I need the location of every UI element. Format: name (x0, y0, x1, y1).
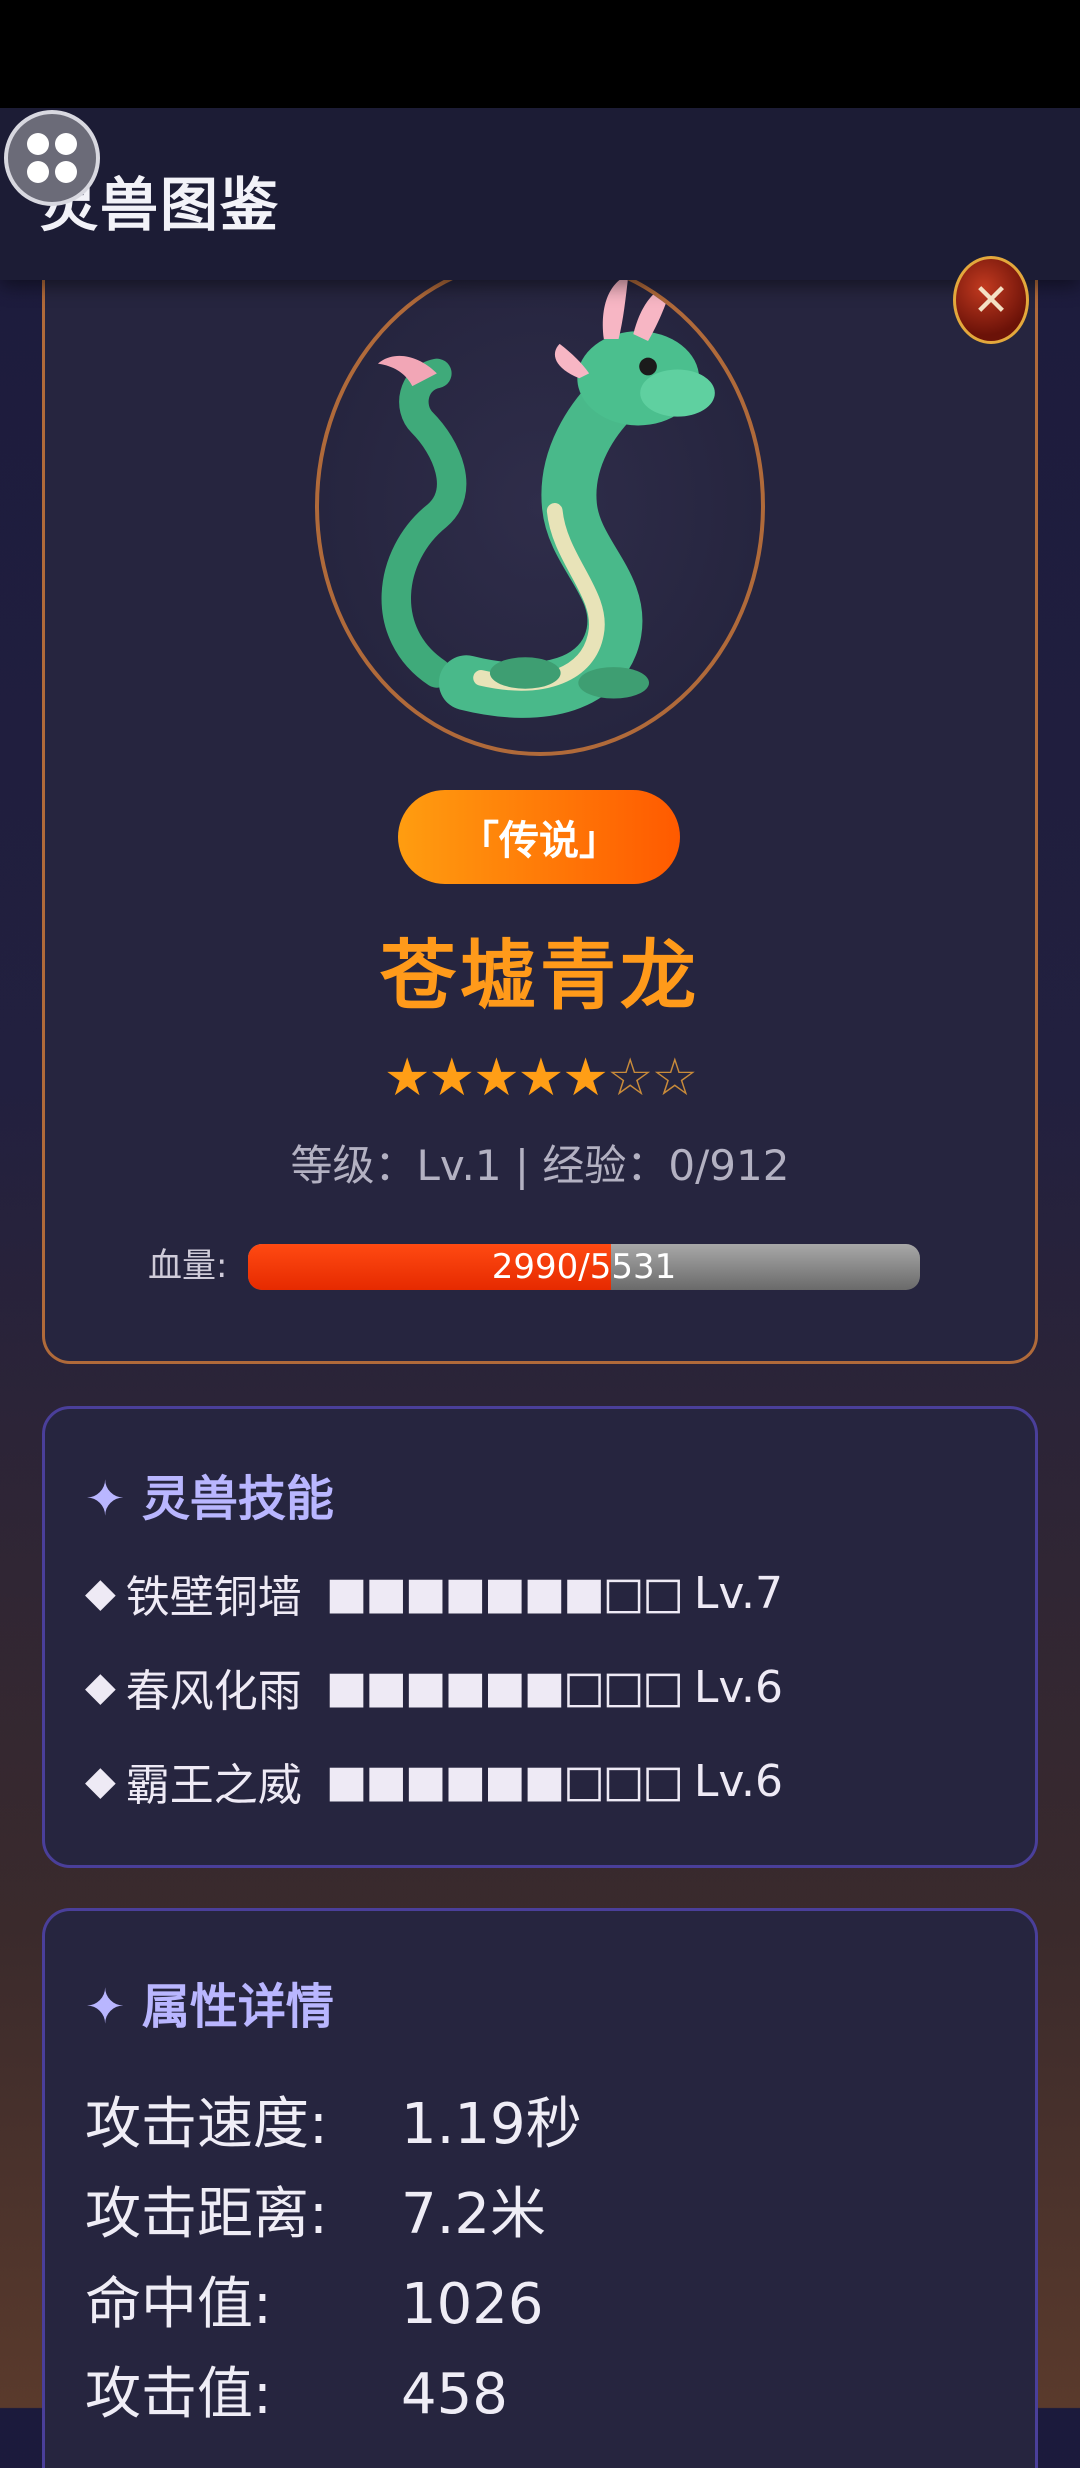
level-experience: 等级：Lv.1 | 经验：0/912 (290, 1141, 790, 1190)
green-dragon-icon (377, 275, 715, 718)
attributes-panel: ✦ 属性详情 攻击速度: 1.19秒 攻击距离: 7.2米 命中值: 1026 攻击值… (42, 1908, 1038, 2468)
beast-name: 苍墟青龙 (380, 931, 700, 1020)
attribute-value: 1.19秒 (401, 2092, 582, 2157)
skill-row: ◆ 铁壁铜墙 ■■■■■■■□□ Lv.7 (85, 1563, 784, 1624)
skills-title: ✦ 灵兽技能 (85, 1471, 334, 1527)
status-bar (0, 0, 1080, 108)
filled-stars: ★★★★★ (383, 1048, 609, 1108)
diamond-bullet-icon: ◆ (85, 1758, 116, 1804)
skill-level: Lv.6 (693, 1661, 784, 1713)
attributes-title: ✦ 属性详情 (85, 1979, 334, 2035)
four-dot-menu-icon (27, 133, 77, 183)
skill-name: 霸王之威 (125, 1760, 302, 1811)
rarity-badge: 「传说」 (398, 790, 680, 884)
attribute-value: 458 (401, 2362, 508, 2427)
hp-bar: 2990/5531 (248, 1244, 920, 1290)
skill-row: ◆ 霸王之威 ■■■■■■□□□ Lv.6 (85, 1751, 784, 1812)
attribute-label: 攻击值: (85, 2362, 272, 2427)
attribute-row: 攻击值: 458 (85, 2349, 508, 2430)
hp-value: 2990/5531 (491, 1247, 677, 1287)
attribute-row: 命中值: 1026 (85, 2259, 544, 2340)
skills-panel: ✦ 灵兽技能 ◆ 铁壁铜墙 ■■■■■■■□□ Lv.7 ◆ 春风化雨 ■■■■… (42, 1406, 1038, 1868)
attribute-value: 1026 (401, 2272, 544, 2337)
star-rating: ★★★★★☆☆ (0, 1048, 1080, 1108)
skill-level: Lv.6 (693, 1755, 784, 1807)
attribute-value: 7.2米 (401, 2182, 547, 2247)
empty-stars: ☆☆ (606, 1048, 698, 1108)
skill-name: 春风化雨 (125, 1666, 302, 1717)
skill-name: 铁壁铜墙 (125, 1572, 302, 1623)
skill-row: ◆ 春风化雨 ■■■■■■□□□ Lv.6 (85, 1657, 784, 1718)
top-app-bar: 灵兽图鉴 ✕ (0, 108, 1080, 344)
attribute-row: 攻击距离: 7.2米 (85, 2169, 546, 2250)
close-button[interactable]: ✕ (953, 256, 1029, 344)
skill-level-bar: ■■■■■■□□□ (325, 1661, 684, 1713)
attribute-label: 命中值: (85, 2272, 272, 2337)
diamond-bullet-icon: ◆ (85, 1664, 116, 1710)
attribute-label: 攻击速度: (85, 2092, 328, 2157)
close-icon: ✕ (972, 274, 1010, 326)
skill-level-bar: ■■■■■■■□□ (325, 1567, 684, 1619)
hp-label: 血量: (148, 1246, 228, 1286)
skill-level-bar: ■■■■■■□□□ (325, 1755, 684, 1807)
beast-portrait (315, 256, 765, 756)
attribute-row: 攻击速度: 1.19秒 (85, 2079, 582, 2160)
skill-level: Lv.7 (693, 1567, 784, 1619)
attribute-label: 攻击距离: (85, 2182, 328, 2247)
diamond-bullet-icon: ◆ (85, 1570, 116, 1616)
floating-menu-button[interactable] (4, 110, 100, 206)
